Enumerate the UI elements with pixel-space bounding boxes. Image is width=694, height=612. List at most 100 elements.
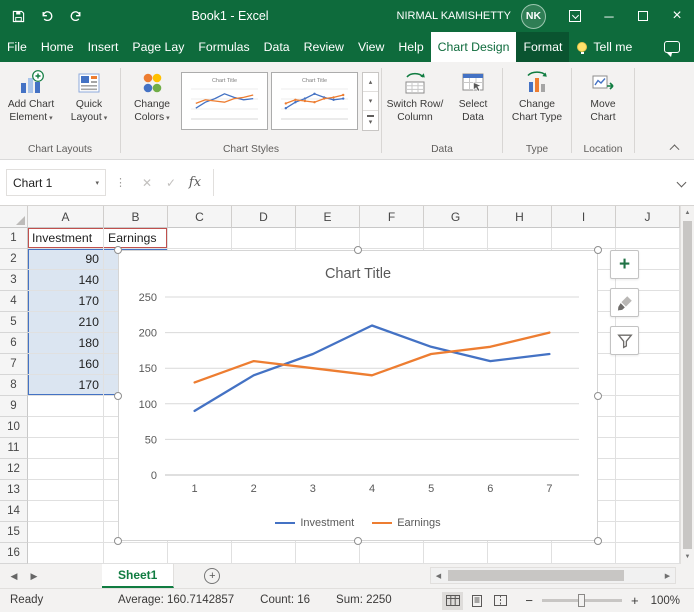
gallery-scroll-down-button[interactable]: ▾ [363, 92, 378, 111]
cell-j16[interactable] [616, 543, 680, 564]
cell-g16[interactable] [424, 543, 488, 564]
column-header-j[interactable]: J [616, 206, 680, 228]
redo-icon[interactable] [68, 8, 84, 24]
column-header-c[interactable]: C [168, 206, 232, 228]
chart-styles-button[interactable] [610, 288, 639, 317]
chart-title[interactable]: Chart Title [325, 266, 391, 282]
cell-b16[interactable] [104, 543, 168, 564]
cell-a14[interactable] [28, 501, 104, 522]
cell-a1[interactable]: Investment [28, 228, 104, 249]
legend-investment[interactable]: Investment [275, 517, 354, 529]
tab-page-lay[interactable]: Page Lay [125, 32, 191, 62]
cell-i16[interactable] [552, 543, 616, 564]
cell-a15[interactable] [28, 522, 104, 543]
horizontal-scrollbar[interactable]: ◀ ▶ [430, 567, 676, 584]
cell-a7[interactable]: 160 [28, 354, 104, 375]
scroll-left-icon[interactable]: ◀ [431, 568, 446, 583]
cell-b1[interactable]: Earnings [104, 228, 168, 249]
cell-j15[interactable] [616, 522, 680, 543]
zoom-slider[interactable] [541, 594, 622, 607]
zoom-in-icon[interactable]: + [631, 593, 639, 608]
tab-format[interactable]: Format [516, 32, 570, 62]
cell-j12[interactable] [616, 459, 680, 480]
cell-f1[interactable] [360, 228, 424, 249]
column-header-g[interactable]: G [424, 206, 488, 228]
chart-handle[interactable] [114, 391, 122, 400]
cell-a9[interactable] [28, 396, 104, 417]
add-chart-element-button[interactable]: Add Chart Element ▾ [2, 66, 60, 125]
chart[interactable]: 0 50 100 150 200 250 1 2 3 4 5 6 7 Chart Title Invest… [114, 246, 602, 545]
row-header-4[interactable]: 4 [0, 291, 28, 312]
cell-a2[interactable]: 90 [28, 249, 104, 270]
tab-file[interactable]: File [0, 32, 34, 62]
chart-handle[interactable] [594, 537, 602, 545]
zoom-slider-thumb[interactable] [577, 594, 585, 607]
page-layout-view-icon[interactable] [466, 592, 487, 610]
cell-a16[interactable] [28, 543, 104, 564]
select-all-corner[interactable] [0, 206, 28, 228]
row-header-10[interactable]: 10 [0, 417, 28, 438]
cell-e1[interactable] [296, 228, 360, 249]
cell-a4[interactable]: 170 [28, 291, 104, 312]
close-button[interactable]: × [660, 0, 694, 32]
zoom-out-icon[interactable]: − [525, 593, 533, 608]
row-header-2[interactable]: 2 [0, 249, 28, 270]
gallery-scroll-up-button[interactable]: ▴ [363, 73, 378, 92]
undo-icon[interactable] [39, 8, 55, 24]
tell-me[interactable]: Tell me [577, 32, 632, 62]
sheet-tab-sheet1[interactable]: Sheet1 [102, 564, 175, 588]
scroll-up-icon[interactable]: ▲ [681, 206, 694, 220]
cell-a8[interactable]: 170 [28, 375, 104, 396]
maximize-button[interactable] [626, 0, 660, 32]
chart-handle[interactable] [354, 537, 362, 545]
name-box-caret-icon[interactable]: ▾ [95, 179, 99, 187]
cell-d16[interactable] [232, 543, 296, 564]
cell-a10[interactable] [28, 417, 104, 438]
row-header-1[interactable]: 1 [0, 228, 28, 249]
row-header-8[interactable]: 8 [0, 375, 28, 396]
tab-view[interactable]: View [351, 32, 391, 62]
cell-j10[interactable] [616, 417, 680, 438]
name-box[interactable]: Chart 1 ▾ [6, 169, 106, 196]
insert-function-icon[interactable]: fx [183, 169, 207, 196]
cell-j14[interactable] [616, 501, 680, 522]
formula-input[interactable] [213, 169, 668, 196]
avatar[interactable]: NK [521, 3, 546, 29]
quick-layout-button[interactable]: Quick Layout ▾ [60, 66, 118, 125]
legend-earnings[interactable]: Earnings [372, 517, 441, 529]
chart-filters-button[interactable] [610, 326, 639, 355]
cell-i1[interactable] [552, 228, 616, 249]
tab-formulas[interactable]: Formulas [191, 32, 256, 62]
cell-a11[interactable] [28, 438, 104, 459]
column-header-i[interactable]: I [552, 206, 616, 228]
row-header-7[interactable]: 7 [0, 354, 28, 375]
gallery-more-button[interactable]: ▾ [363, 111, 378, 130]
row-header-15[interactable]: 15 [0, 522, 28, 543]
formula-bar-splitter[interactable]: ⋮ [115, 176, 126, 189]
chart-style-2[interactable]: Chart Title [271, 72, 358, 130]
series-earnings-line[interactable] [193, 331, 551, 384]
row-header-13[interactable]: 13 [0, 480, 28, 501]
chart-handle[interactable] [354, 246, 362, 254]
cell-j8[interactable] [616, 375, 680, 396]
vertical-scrollbar[interactable]: ▲ ▼ [680, 206, 694, 564]
row-header-12[interactable]: 12 [0, 459, 28, 480]
column-header-h[interactable]: H [488, 206, 552, 228]
scroll-down-icon[interactable]: ▼ [681, 550, 694, 564]
tab-data[interactable]: Data [257, 32, 297, 62]
expand-formula-bar-button[interactable] [668, 169, 694, 196]
cell-d1[interactable] [232, 228, 296, 249]
chart-style-1[interactable]: Chart Title [181, 72, 268, 130]
add-sheet-button[interactable]: + [200, 564, 224, 588]
sheet-nav-right-icon[interactable]: ▶ [24, 564, 44, 588]
row-header-16[interactable]: 16 [0, 543, 28, 564]
vertical-scrollbar-thumb[interactable] [683, 221, 692, 549]
cell-a5[interactable]: 210 [28, 312, 104, 333]
cell-f16[interactable] [360, 543, 424, 564]
row-header-3[interactable]: 3 [0, 270, 28, 291]
row-header-11[interactable]: 11 [0, 438, 28, 459]
cell-h16[interactable] [488, 543, 552, 564]
row-header-5[interactable]: 5 [0, 312, 28, 333]
select-data-button[interactable]: Select Data [446, 66, 500, 125]
collapse-ribbon-button[interactable] [664, 138, 684, 154]
